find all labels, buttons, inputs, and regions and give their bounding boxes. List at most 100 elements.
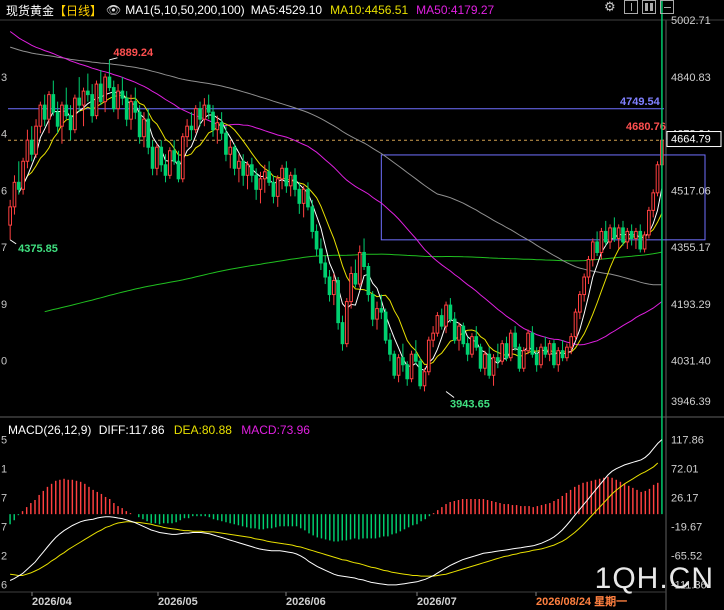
candle: [638, 224, 643, 253]
candle-body: [16, 181, 21, 190]
candle: [353, 259, 358, 288]
candle: [319, 238, 323, 271]
candle: [547, 340, 552, 362]
date-label: 2026/06: [286, 596, 326, 608]
candle: [388, 333, 392, 362]
candle: [375, 301, 379, 330]
left-tick-label: 9: [1, 299, 7, 311]
period-label[interactable]: 【日线】: [54, 2, 102, 19]
candle-body: [349, 273, 353, 303]
candle-body: [513, 332, 517, 348]
candle-body: [396, 357, 401, 376]
candle-body: [521, 350, 526, 369]
candle: [297, 182, 302, 214]
ma-params: MA1(5,10,50,200,100): [125, 3, 245, 17]
left-tick-label: 3: [1, 72, 7, 84]
candle-body: [595, 241, 599, 253]
annotation-label: 3943.65: [450, 399, 490, 411]
candle: [357, 245, 362, 288]
candle-body: [271, 181, 276, 197]
candle-body: [590, 241, 595, 260]
date-label: 2026/07: [417, 596, 457, 608]
candle-body: [539, 346, 543, 366]
candle-body: [655, 164, 660, 194]
candle: [487, 347, 492, 379]
candle-body: [301, 188, 306, 204]
price-tick-label: 4517.06: [671, 185, 711, 197]
candle: [621, 220, 625, 246]
hline-label: 4749.54: [620, 96, 661, 108]
candle: [552, 340, 556, 369]
candle: [16, 161, 21, 195]
candle-body: [448, 304, 453, 320]
candle: [150, 140, 155, 176]
candle: [159, 140, 164, 172]
candle-body: [180, 136, 185, 180]
candle-body: [483, 353, 487, 369]
macd-tick-label: -19.67: [671, 522, 702, 534]
annotation-label: 4889.24: [113, 47, 154, 59]
candle-body: [422, 371, 427, 387]
macd-tick-label: 72.01: [671, 464, 699, 476]
candle-body: [383, 311, 388, 341]
candle-body: [388, 339, 392, 355]
candle-body: [552, 343, 556, 366]
candle: [349, 266, 353, 309]
candle: [68, 105, 73, 141]
candle: [603, 220, 608, 246]
candle-body: [573, 311, 578, 338]
candle: [578, 291, 582, 320]
candle-body: [81, 90, 86, 106]
candle-body: [86, 90, 90, 96]
candle: [332, 273, 336, 306]
candle-body: [21, 160, 25, 190]
macd-left-tick-label: 7: [1, 522, 7, 534]
candle: [55, 101, 60, 134]
diff-line: [9, 439, 663, 586]
candle: [478, 343, 483, 372]
candle-body: [582, 276, 586, 296]
candle: [12, 175, 17, 215]
candle-body: [159, 146, 164, 166]
candle: [133, 87, 138, 120]
candle: [120, 77, 125, 106]
candle-body: [275, 178, 280, 197]
candle-body: [228, 146, 233, 155]
candle-body: [60, 104, 64, 127]
candle: [340, 315, 345, 351]
left-tick-label: 6: [1, 185, 7, 197]
minimize-button[interactable]: [624, 0, 638, 14]
candle-body: [306, 188, 310, 208]
candle: [288, 171, 293, 197]
eye-icon[interactable]: 👁: [106, 3, 121, 17]
left-tick-label: 7: [1, 242, 7, 254]
candle: [616, 224, 621, 249]
price-tick-label: 4840.83: [671, 72, 711, 84]
candle-body: [401, 357, 405, 366]
candle: [94, 80, 99, 120]
candle: [461, 322, 466, 348]
layout-button[interactable]: [642, 0, 656, 14]
candle: [168, 147, 172, 179]
settings-icon[interactable]: ⚙: [604, 0, 618, 14]
candle-body: [168, 150, 172, 176]
candle: [647, 206, 651, 239]
candle-body: [461, 325, 466, 345]
watermark: 1QH.CN: [594, 562, 714, 595]
candle: [362, 238, 366, 271]
candle: [284, 161, 289, 193]
macd-header: MACD(26,12,9) DIFF:117.86 DEA:80.88 MACD…: [8, 423, 310, 437]
expand-button[interactable]: [660, 0, 674, 14]
candle: [401, 343, 405, 372]
candle: [500, 340, 504, 365]
candle-body: [526, 332, 530, 352]
candle-body: [202, 104, 207, 120]
candle: [21, 157, 25, 195]
candle-body: [496, 357, 500, 362]
candle-body: [418, 360, 422, 387]
candle-body: [120, 90, 125, 99]
macd-value: MACD:73.96: [241, 423, 310, 437]
annotation-leader: [445, 391, 455, 398]
candle: [629, 224, 634, 246]
candle-body: [638, 230, 643, 250]
